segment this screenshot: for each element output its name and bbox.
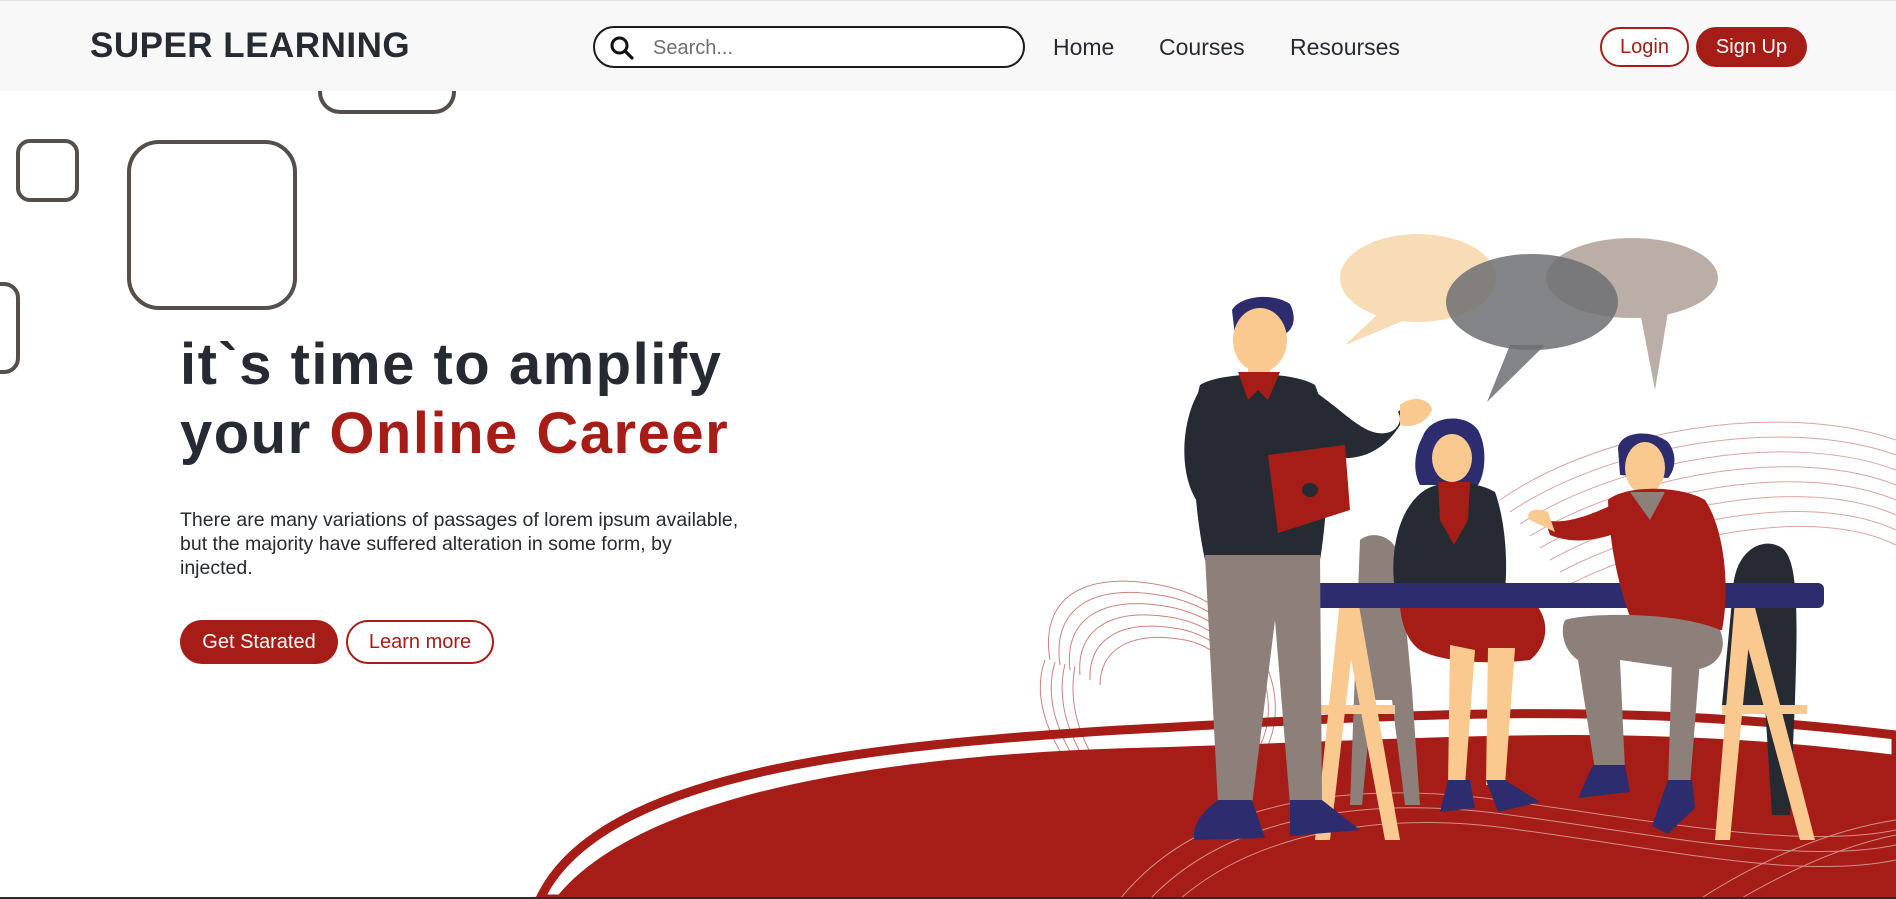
hero-title-line2-prefix: your xyxy=(180,401,330,466)
search-icon[interactable] xyxy=(609,35,635,61)
decorative-square xyxy=(0,282,20,374)
decorative-square xyxy=(127,140,297,310)
learn-more-button[interactable]: Learn more xyxy=(346,620,494,664)
brand-logo[interactable]: SUPER LEARNING xyxy=(90,26,410,66)
hero-title-accent: Online Career xyxy=(329,401,730,466)
team-meeting-illustration xyxy=(1184,234,1824,840)
signup-button[interactable]: Sign Up xyxy=(1696,27,1807,67)
seated-man-figure xyxy=(1528,433,1726,834)
nav-resources[interactable]: Resourses xyxy=(1290,34,1400,61)
hero-title-line1: it`s time to amplify xyxy=(180,332,723,397)
search-box[interactable] xyxy=(593,26,1025,68)
nav-courses[interactable]: Courses xyxy=(1159,34,1245,61)
decorative-square xyxy=(16,139,79,202)
speech-bubbles-icon xyxy=(1340,234,1718,402)
nav-home[interactable]: Home xyxy=(1053,34,1114,61)
hero-description: There are many variations of passages of… xyxy=(180,509,739,579)
get-started-button[interactable]: Get Starated xyxy=(180,620,338,664)
search-input[interactable] xyxy=(651,34,1005,62)
login-button[interactable]: Login xyxy=(1600,27,1689,67)
hero-title: it`s time to amplify your Online Career xyxy=(180,330,820,468)
top-navbar: SUPER LEARNING Home Courses Resourses Lo… xyxy=(0,0,1896,91)
